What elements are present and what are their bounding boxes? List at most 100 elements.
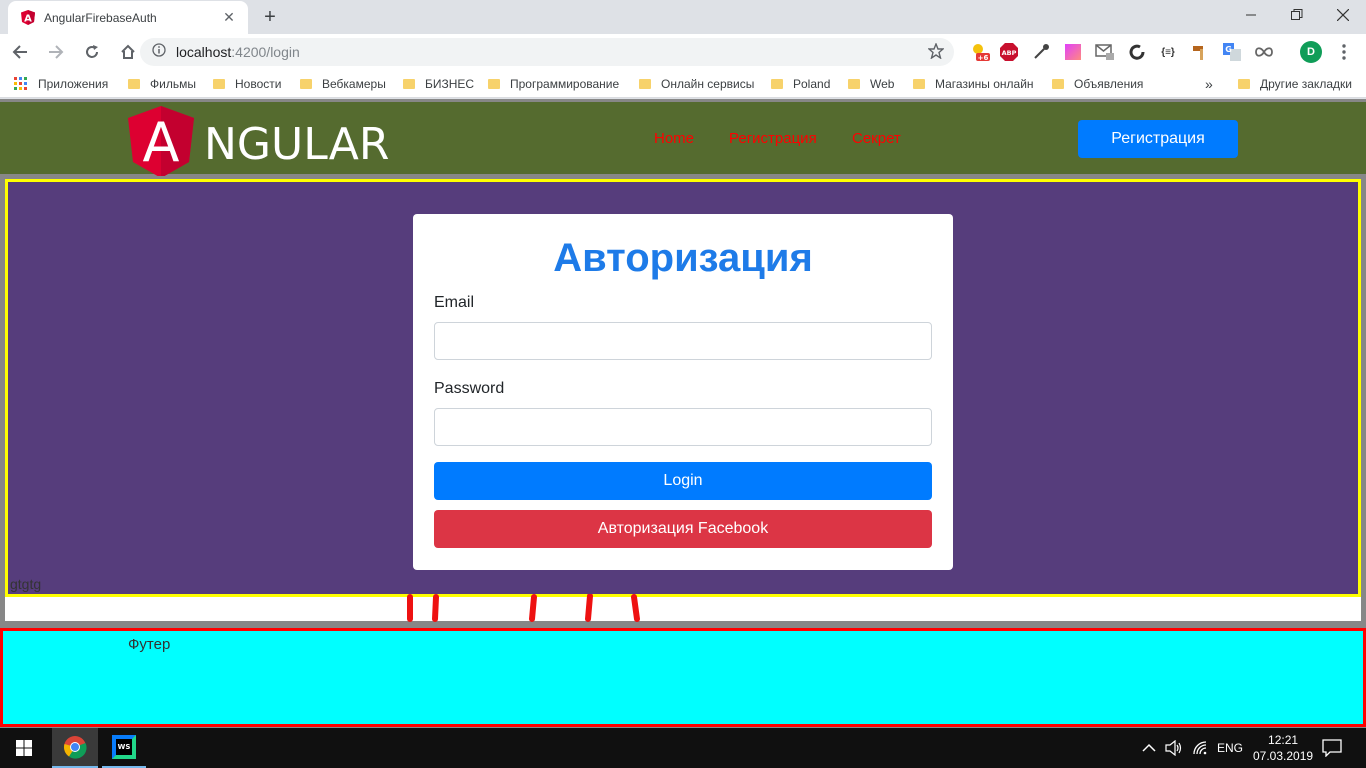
register-button[interactable]: Регистрация <box>1078 120 1238 158</box>
forward-icon[interactable] <box>40 36 72 68</box>
folder-icon <box>913 79 925 89</box>
minimize-icon[interactable] <box>1228 0 1274 30</box>
url-path: :4200/login <box>231 44 300 60</box>
folder-icon <box>128 79 140 89</box>
nav-link-register[interactable]: Регистрация <box>729 130 817 147</box>
bookmark-label: БИЗНЕС <box>425 77 475 91</box>
new-tab-button[interactable]: + <box>258 6 282 30</box>
bookmark-label: Программирование <box>510 77 620 91</box>
clock-time: 12:21 <box>1268 733 1299 747</box>
bookmark-folder[interactable]: Объявления <box>1052 75 1143 93</box>
site-navbar: A NGULAR Home Регистрация Секрет Регистр… <box>0 102 1366 178</box>
bookmark-folder[interactable]: Web <box>848 75 894 93</box>
browser-tab[interactable]: A AngularFirebaseAuth ✕ <box>8 1 248 34</box>
bookmark-apps[interactable]: Приложения <box>14 75 108 93</box>
menu-dots-icon[interactable] <box>1334 42 1354 62</box>
facebook-login-button[interactable]: Авторизация Facebook <box>434 510 932 548</box>
windows-taskbar: WS ENG 12:21 07.03.2019 <box>0 728 1366 768</box>
tab-close-icon[interactable]: ✕ <box>220 9 238 26</box>
bookmark-other-folder[interactable]: Другие закладки <box>1238 75 1352 93</box>
url-host: localhost <box>176 44 232 60</box>
bookmark-folder[interactable]: Фильмы <box>128 75 196 93</box>
bookmark-folder[interactable]: Программирование <box>488 75 619 93</box>
back-icon[interactable] <box>4 36 36 68</box>
footer-text: Футер <box>128 636 171 653</box>
weather-badge: +6 <box>978 54 989 62</box>
bookmark-folder[interactable]: Poland <box>771 75 830 93</box>
folder-icon <box>639 79 651 89</box>
translate-icon[interactable]: G <box>1222 42 1242 62</box>
folder-icon <box>771 79 783 89</box>
profile-avatar[interactable]: D <box>1300 41 1322 63</box>
notifications-icon[interactable] <box>1322 728 1342 768</box>
webstorm-taskbar-icon[interactable]: WS <box>102 728 146 768</box>
adblock-icon[interactable]: ABP <box>999 42 1019 62</box>
clock[interactable]: 12:21 07.03.2019 <box>1253 728 1313 768</box>
svg-text:G: G <box>1225 45 1232 54</box>
json-extension-icon[interactable]: {≡} <box>1158 42 1178 62</box>
nav-link-home[interactable]: Home <box>654 130 694 147</box>
hammer-extension-icon[interactable] <box>1190 42 1210 62</box>
content-gap <box>5 597 1361 621</box>
apps-grid-icon <box>14 77 27 90</box>
angular-favicon-icon: A <box>20 10 36 26</box>
eyedropper-icon[interactable] <box>1031 42 1051 62</box>
nav-link-secret[interactable]: Секрет <box>852 130 901 147</box>
bookmarks-bar: Приложения Фильмы Новости Вебкамеры БИЗН… <box>0 70 1366 98</box>
refresh-extension-icon[interactable] <box>1127 42 1147 62</box>
restore-icon[interactable] <box>1274 0 1320 30</box>
adblock-label: ABP <box>1002 49 1017 57</box>
color-picker-icon[interactable] <box>1063 42 1083 62</box>
red-annotation-marks <box>407 594 640 622</box>
bookmark-folder[interactable]: Онлайн сервисы <box>639 75 754 93</box>
login-button[interactable]: Login <box>434 462 932 500</box>
bookmark-label: Онлайн сервисы <box>661 77 755 91</box>
bookmark-star-icon[interactable] <box>927 42 945 64</box>
close-window-icon[interactable] <box>1320 0 1366 30</box>
bookmark-label: Другие закладки <box>1260 77 1352 91</box>
network-icon[interactable] <box>1192 728 1208 768</box>
weather-extension-icon[interactable]: +6 <box>970 42 990 62</box>
tab-title: AngularFirebaseAuth <box>44 10 157 25</box>
language-indicator[interactable]: ENG <box>1217 728 1243 768</box>
mail-extension-icon[interactable] <box>1095 42 1115 62</box>
folder-icon <box>488 79 500 89</box>
bookmark-label: Новости <box>235 77 282 91</box>
bookmark-label: Poland <box>793 77 831 91</box>
volume-icon[interactable] <box>1165 728 1183 768</box>
bookmark-folder[interactable]: Магазины онлайн <box>913 75 1034 93</box>
page-title: Авторизация <box>553 236 813 280</box>
password-label: Password <box>434 380 505 397</box>
bookmark-folder[interactable]: БИЗНЕС <box>403 75 474 93</box>
main-section: Авторизация Email Password Login Авториз… <box>5 179 1361 597</box>
webstorm-label: WS <box>118 743 131 751</box>
json-extension-label: {≡} <box>1161 46 1175 58</box>
email-field[interactable] <box>434 322 932 360</box>
logo-letter: A <box>143 111 180 174</box>
tray-chevron-icon[interactable] <box>1142 728 1156 768</box>
bookmark-label: Вебкамеры <box>322 77 386 91</box>
site-footer: Футер <box>0 628 1366 727</box>
tab-strip: A AngularFirebaseAuth ✕ + <box>0 0 1366 34</box>
folder-icon <box>213 79 225 89</box>
infinity-extension-icon[interactable] <box>1254 42 1274 62</box>
bookmarks-overflow-button[interactable]: » <box>1205 75 1213 93</box>
address-bar[interactable]: localhost:4200/login <box>140 38 954 66</box>
email-label: Email <box>434 294 475 311</box>
bookmark-folder[interactable]: Новости <box>213 75 281 93</box>
windows-start-icon[interactable] <box>0 728 48 768</box>
info-icon[interactable] <box>152 42 166 62</box>
password-field[interactable] <box>434 408 932 446</box>
folder-icon <box>1052 79 1064 89</box>
stray-text: gtgtg <box>10 576 42 592</box>
svg-text:A: A <box>24 14 32 25</box>
logo-text: NGULAR <box>204 119 389 170</box>
clock-date: 07.03.2019 <box>1253 749 1314 763</box>
chrome-taskbar-icon[interactable] <box>52 728 98 768</box>
browser-toolbar: localhost:4200/login +6 ABP {≡} G D <box>0 34 1366 70</box>
bookmark-label: Приложения <box>38 77 109 91</box>
bookmark-folder[interactable]: Вебкамеры <box>300 75 386 93</box>
reload-icon[interactable] <box>76 36 108 68</box>
angular-logo[interactable]: A NGULAR <box>128 106 408 178</box>
login-card: Авторизация Email Password Login Авториз… <box>413 214 953 570</box>
